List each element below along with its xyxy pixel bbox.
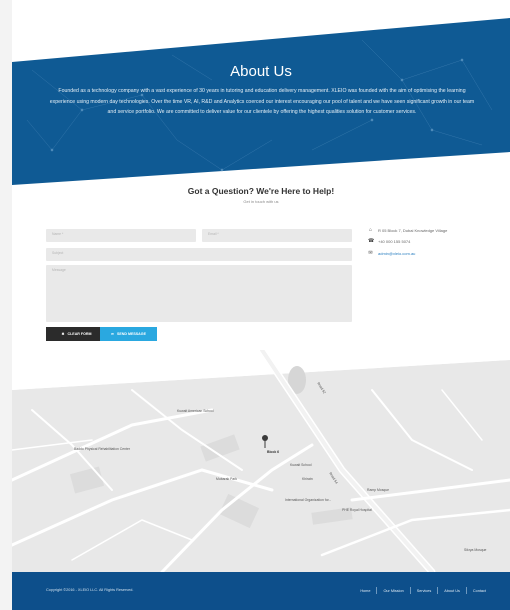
page: About Us Founded as a technology company…: [12, 0, 510, 610]
address-text: R 05 Block 7, Dubai Knowledge Village: [378, 228, 448, 233]
map-label-kuwait-school: Kuwait School: [290, 463, 312, 467]
page-title: About Us: [230, 63, 292, 80]
map-label-school: Kuwait American School: [177, 409, 214, 413]
location-map[interactable]: Kuwait American School Block 6 Baddo Phy…: [12, 350, 510, 572]
contact-phone: ☎ +40 000 155 5074: [368, 238, 411, 245]
message-field[interactable]: Message: [46, 265, 352, 322]
map-label-block: Block 6: [267, 450, 280, 454]
send-message-button[interactable]: ➦ SEND MESSAGE: [100, 327, 157, 341]
map-canvas: [12, 350, 510, 572]
copyright-text: Copyright ©2016 - XLEIO LLC. All Rights …: [46, 588, 134, 592]
footer-link-services[interactable]: Services: [417, 589, 432, 593]
clear-form-button[interactable]: ✖ CLEAR FORM: [46, 327, 107, 341]
send-icon: ➦: [111, 332, 115, 336]
envelope-icon: ✉: [368, 250, 373, 256]
subject-placeholder: Subject: [52, 251, 64, 255]
contact-address: ⌂ R 05 Block 7, Dubai Knowledge Village: [368, 227, 448, 234]
phone-icon: ☎: [368, 238, 375, 244]
clear-icon: ✖: [61, 332, 65, 336]
map-label-phe-hospital: PHE Royal Hospital: [342, 508, 372, 512]
email-placeholder: Email *: [208, 232, 219, 236]
footer-divider: [437, 587, 439, 594]
contact-heading: Got a Question? We're Here to Help!: [187, 186, 335, 196]
map-label-clinic: Baddo Physical Rehabilitation Center: [74, 447, 130, 451]
phone-text: +40 000 155 5074: [378, 239, 411, 244]
name-placeholder: Name *: [52, 232, 64, 236]
site-footer: Copyright ©2016 - XLEIO LLC. All Rights …: [12, 572, 510, 610]
map-label-khiratn: Khiratn: [302, 477, 313, 481]
subject-field[interactable]: Subject: [46, 248, 352, 261]
footer-divider: [465, 587, 467, 594]
footer-divider: [409, 587, 411, 594]
map-label-ramp-mosque: Ramp Mosque: [367, 488, 390, 492]
contact-subheading: Get in touch with us: [243, 199, 279, 204]
about-hero: About Us Founded as a technology company…: [12, 0, 510, 190]
map-label-right-edge: Sikrya Mosque: [464, 548, 487, 552]
footer-link-about[interactable]: About Us: [444, 589, 460, 593]
clear-form-label: CLEAR FORM: [67, 332, 92, 336]
footer-link-home[interactable]: Home: [360, 589, 370, 593]
footer-divider: [376, 587, 378, 594]
footer-link-contact[interactable]: Contact: [473, 589, 486, 593]
send-message-label: SEND MESSAGE: [117, 332, 146, 336]
map-label-intl-org: International Organization for...: [285, 498, 332, 502]
home-icon: ⌂: [368, 227, 373, 233]
contact-email[interactable]: ✉ admin@xleio.com.au: [368, 250, 415, 257]
email-link[interactable]: admin@xleio.com.au: [378, 251, 415, 256]
name-field[interactable]: Name *: [46, 229, 196, 242]
map-label-museum: Mubarak Park: [216, 477, 238, 481]
about-description: Founded as a technology company with a v…: [49, 88, 475, 115]
message-placeholder: Message: [52, 268, 66, 272]
footer-link-mission[interactable]: Our Mission: [383, 589, 403, 593]
email-field[interactable]: Email *: [202, 229, 352, 242]
footer-nav: Home Our Mission Services About Us Conta…: [360, 587, 486, 594]
